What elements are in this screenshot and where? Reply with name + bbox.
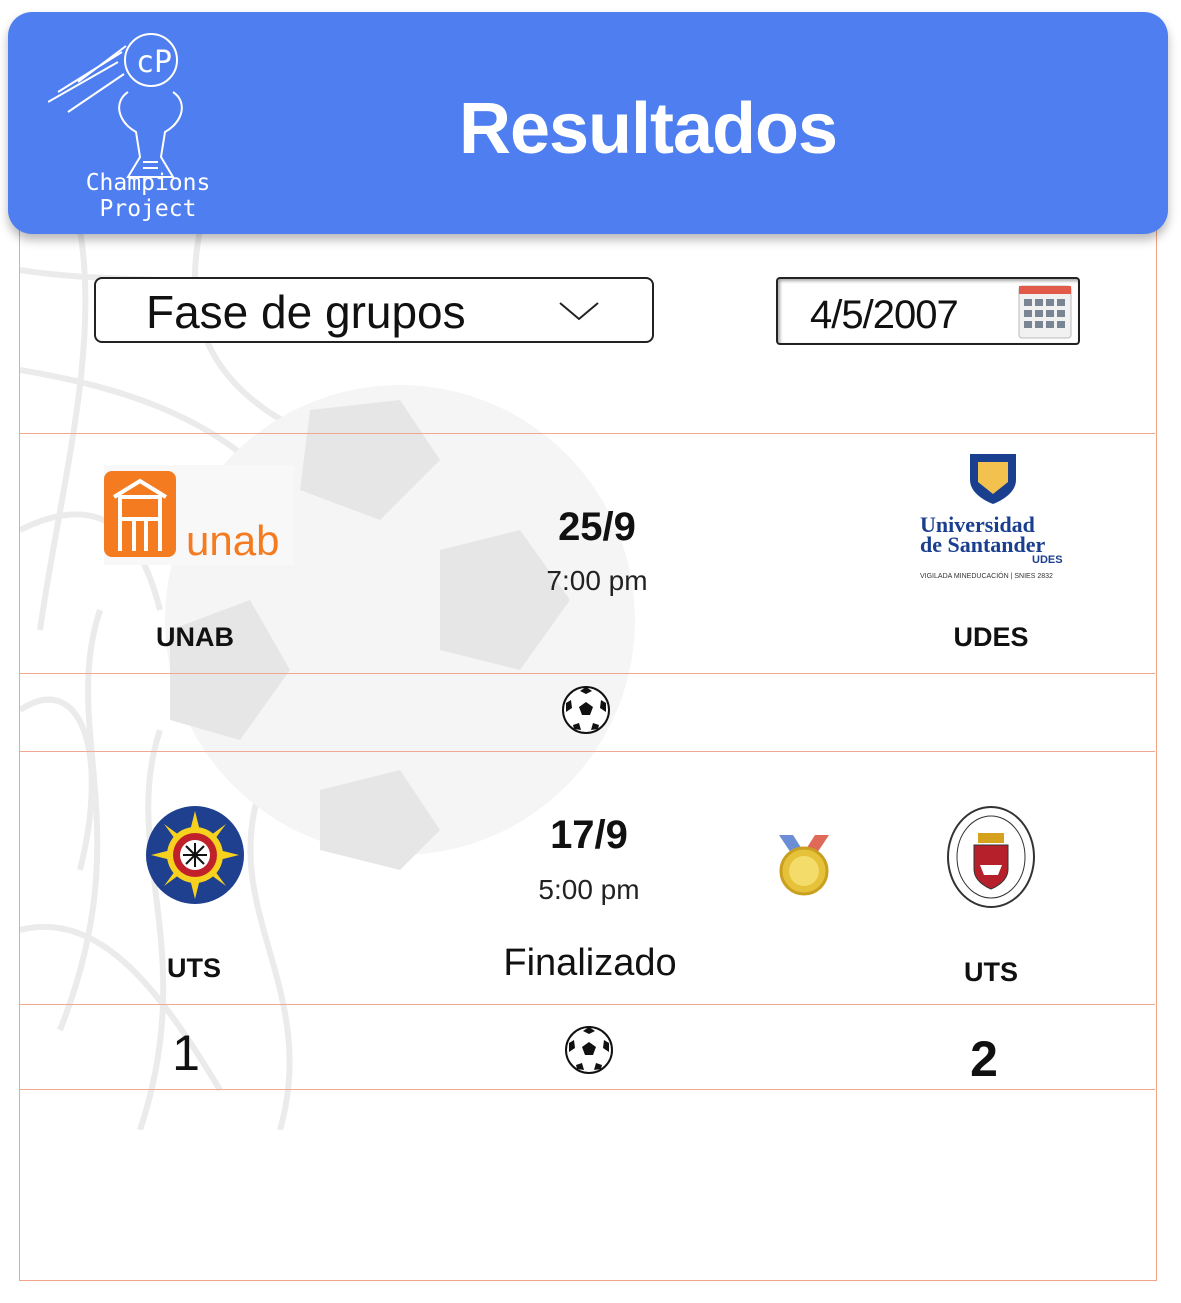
app-header: cP Champions Project Resultados bbox=[8, 12, 1168, 234]
away-team-name: UTS bbox=[964, 957, 1018, 987]
match-status: Finalizado bbox=[503, 942, 677, 984]
date-picker[interactable]: 4/5/2007 bbox=[776, 277, 1080, 345]
home-team-name: UTS bbox=[167, 953, 221, 983]
divider bbox=[19, 1004, 1155, 1005]
results-card bbox=[19, 230, 1157, 1281]
logo-text-line1: Champions bbox=[85, 170, 211, 196]
match-date: 17/9 bbox=[550, 813, 628, 857]
uts-logo bbox=[146, 806, 244, 904]
divider bbox=[19, 1089, 1155, 1090]
page-title: Resultados bbox=[458, 89, 838, 169]
away-score: 2 bbox=[970, 1031, 998, 1087]
pamplona-logo bbox=[947, 806, 1035, 908]
medal-icon bbox=[779, 835, 829, 896]
svg-text:cP: cP bbox=[136, 45, 172, 80]
calendar-icon[interactable] bbox=[1018, 285, 1072, 339]
home-team-name: UNAB bbox=[156, 622, 234, 652]
logo-text-line2: Project bbox=[99, 196, 197, 222]
match-time: 7:00 pm bbox=[546, 565, 648, 596]
phase-select[interactable]: Fase de grupos bbox=[94, 277, 654, 343]
udes-logo-abbr: UDES bbox=[1032, 554, 1063, 566]
home-score: 1 bbox=[172, 1025, 200, 1081]
udes-logo-caption: VIGILADA MINEDUCACIÓN | SNIES 2832 bbox=[920, 571, 1053, 580]
date-value: 4/5/2007 bbox=[810, 293, 959, 337]
udes-logo: Universidad de Santander UDES VIGILADA M… bbox=[920, 454, 1063, 580]
divider bbox=[19, 673, 1155, 674]
soccer-ball-icon bbox=[562, 686, 610, 734]
soccer-ball-icon bbox=[565, 1026, 613, 1074]
background-ball-net-art bbox=[20, 230, 635, 1130]
match-time: 5:00 pm bbox=[538, 874, 640, 905]
chevron-down-icon bbox=[559, 302, 599, 321]
unab-logo: unab bbox=[104, 465, 294, 565]
divider bbox=[19, 433, 1155, 434]
away-team-name: UDES bbox=[953, 622, 1029, 652]
unab-logo-text: unab bbox=[186, 517, 279, 564]
divider bbox=[19, 751, 1155, 752]
phase-select-value: Fase de grupos bbox=[146, 286, 466, 338]
match-date: 25/9 bbox=[558, 505, 636, 549]
udes-logo-line2: de Santander bbox=[920, 532, 1046, 557]
